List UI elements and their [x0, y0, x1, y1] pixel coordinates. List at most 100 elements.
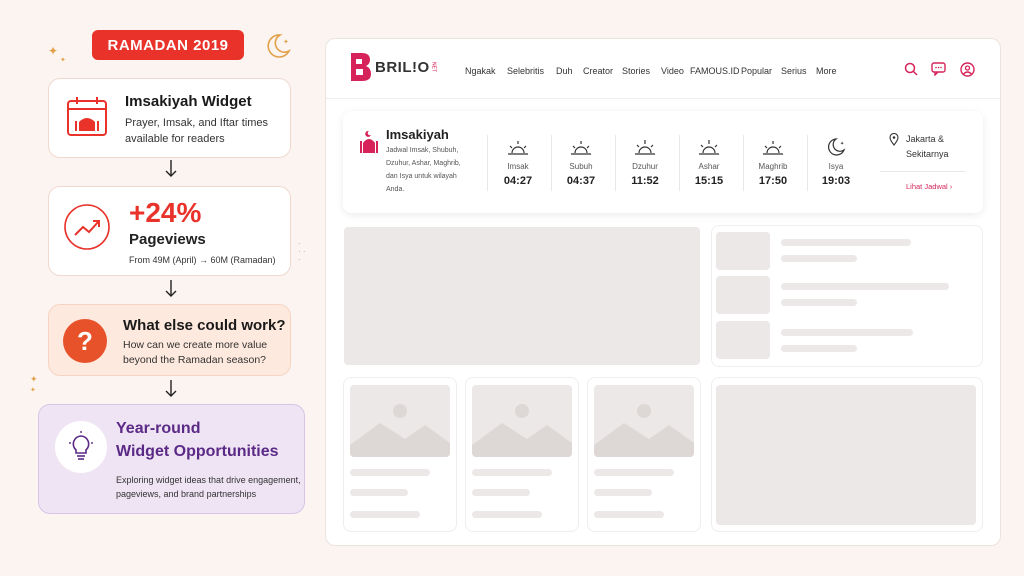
placeholder-ad [716, 385, 976, 525]
widget-desc-line2: Dzuhur, Ashar, Maghrib, [386, 160, 461, 167]
placeholder-thumb [716, 232, 770, 270]
pageviews-label: Pageviews [129, 231, 206, 248]
prayer-name: Dzuhur [632, 162, 658, 171]
what-else-card: ? What else could work? How can we creat… [48, 304, 291, 376]
nav-item-ngakak[interactable]: Ngakak [465, 66, 496, 76]
nav-item-creator[interactable]: Creator [583, 66, 613, 76]
placeholder-line [350, 511, 420, 518]
card-desc-line2: pageviews, and brand partnerships [116, 489, 257, 499]
nav-item-selebritis[interactable]: Selebritis [507, 66, 544, 76]
prayer-name: Maghrib [758, 162, 788, 171]
logo-text: BRIL!O [375, 58, 430, 76]
prayer-time: 11:52 [631, 175, 659, 187]
calendar-mosque-icon [65, 95, 109, 144]
card-desc-line1: Exploring widget ideas that drive engage… [116, 475, 301, 485]
nav-item-famous[interactable]: FAMOUS.ID [690, 66, 740, 76]
prayer-name: Imsak [507, 162, 529, 171]
prayer-time: 19:03 [821, 175, 851, 187]
dots-decoration: · · · · [298, 239, 306, 264]
placeholder-line [781, 283, 949, 290]
card-title-line1: Year-round [116, 420, 201, 437]
arrow-down-icon [165, 160, 177, 177]
imsakiyah-widget-card: Imsakiyah Widget Prayer, Imsak, and Ifta… [48, 78, 291, 158]
year-round-card: Year-round Widget Opportunities Explorin… [38, 404, 305, 514]
widget-desc-line4: Anda. [386, 186, 405, 193]
search-icon[interactable] [904, 62, 918, 76]
nav-item-serius[interactable]: Serius [781, 66, 807, 76]
logo-suffix: NET [430, 62, 437, 72]
location-pin-icon [889, 133, 899, 146]
card-title: What else could work? [123, 317, 286, 334]
placeholder-line [472, 511, 542, 518]
widget-title: Imsakiyah [386, 127, 449, 142]
chat-icon[interactable] [931, 62, 946, 76]
sunset-icon [763, 141, 783, 155]
sparkle-icon: ✦ [60, 57, 66, 64]
placeholder-line [472, 489, 530, 496]
card-desc-line2: beyond the Ramadan season? [123, 354, 267, 366]
image-placeholder-icon [594, 385, 694, 457]
card-desc-line1: How can we create more value [123, 339, 268, 351]
prayer-name: Ashar [698, 162, 720, 171]
sun-icon [699, 140, 719, 155]
sunrise-icon [508, 141, 528, 155]
card-title-line2: Widget Opportunities [116, 443, 279, 460]
nav-item-more[interactable]: More [816, 66, 837, 76]
crescent-moon-icon: ✦ [264, 32, 292, 65]
placeholder-line [781, 345, 857, 352]
placeholder-line [781, 329, 913, 336]
nav-item-stories[interactable]: Stories [622, 66, 650, 76]
nav-item-duh[interactable]: Duh [556, 66, 573, 76]
card-desc-line1: Prayer, Imsak, and Iftar times [125, 117, 269, 129]
prayer-name: Isya [828, 162, 844, 171]
mosque-icon [359, 129, 379, 158]
prayer-time: 04:27 [503, 175, 533, 187]
arrow-down-icon [165, 380, 177, 397]
placeholder-line [472, 469, 552, 476]
placeholder-line [781, 299, 857, 306]
ramadan-badge: RAMADAN 2019 [92, 30, 244, 60]
brilio-logo[interactable]: BRIL!O NET [348, 53, 437, 81]
placeholder-line [594, 469, 674, 476]
location-line2: Sekitarnya [906, 149, 949, 159]
card-title: Imsakiyah Widget [125, 93, 252, 110]
pageviews-detail: From 49M (April) → 60M (Ramadan) [129, 255, 276, 265]
divider [880, 171, 966, 172]
lightbulb-icon [55, 421, 107, 473]
placeholder-line [781, 255, 857, 262]
card-desc-line2: available for readers [125, 133, 225, 145]
sparkle-icon: ✦ [48, 44, 59, 58]
placeholder-line [350, 489, 408, 496]
schedule-link[interactable]: Lihat Jadwal › [906, 182, 952, 191]
image-placeholder-icon [472, 385, 572, 457]
chevron-right-icon: › [949, 182, 953, 191]
nav-item-popular[interactable]: Popular [741, 66, 772, 76]
sparkle-icon: ✦ [30, 374, 38, 384]
site-navbar: BRIL!O NET Ngakak Selebritis Duh Creator… [326, 39, 1000, 99]
image-placeholder-icon [350, 385, 450, 457]
placeholder-thumb [716, 276, 770, 314]
moon-icon: ✦ [828, 138, 846, 156]
placeholder-line [781, 239, 911, 246]
svg-text:✦: ✦ [840, 141, 844, 147]
placeholder-thumb [716, 321, 770, 359]
prayer-time: 17:50 [758, 175, 788, 187]
badge-label: RAMADAN 2019 [107, 36, 229, 54]
widget-desc-line3: dan Isya untuk wilayah [386, 173, 457, 180]
schedule-link-label: Lihat Jadwal [906, 182, 948, 191]
sunrise-icon [571, 141, 591, 155]
location-line1: Jakarta & [906, 134, 945, 144]
placeholder-line [594, 489, 652, 496]
pageviews-card: +24% Pageviews From 49M (April) → 60M (R… [48, 186, 291, 276]
sun-icon [635, 140, 655, 155]
pageviews-stat: +24% [129, 197, 202, 228]
user-icon[interactable] [960, 62, 975, 77]
question-icon: ? [63, 319, 107, 363]
arrow-down-icon [165, 280, 177, 297]
nav-item-video[interactable]: Video [661, 66, 684, 76]
prayer-time: 04:37 [566, 175, 596, 187]
sparkle-icon: ✦ [30, 387, 36, 394]
prayer-name: Subuh [569, 162, 593, 171]
placeholder-line [594, 511, 664, 518]
svg-text:✦: ✦ [283, 38, 289, 46]
